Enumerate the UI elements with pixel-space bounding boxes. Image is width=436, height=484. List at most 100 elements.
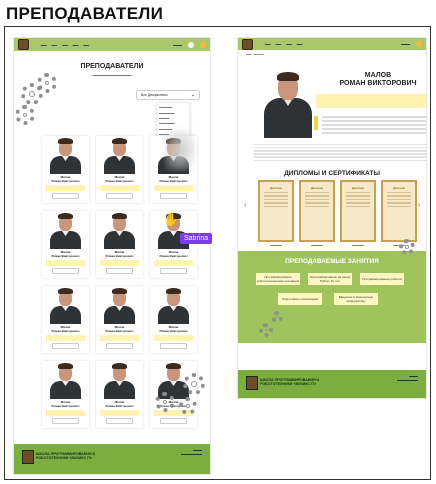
collaborator-cursor-label: Sabrina	[180, 233, 213, 244]
blurred-region	[165, 130, 195, 170]
chevron-right-icon[interactable]: ›	[418, 202, 420, 209]
teacher-position	[100, 260, 139, 267]
site-footer: ШКОЛА ПРОГРАММИРОВАНИЯ И РОБОТОТЕХНИКИ «…	[14, 444, 210, 474]
vk-icon[interactable]	[416, 41, 422, 47]
teacher-name: Малов Роман Викторович	[159, 250, 188, 258]
footer-contacts[interactable]: ▬▬▬ ▬▬▬▬▬▬▬	[397, 374, 418, 382]
more-button[interactable]	[52, 268, 79, 275]
more-button[interactable]	[52, 343, 79, 350]
footer-contacts[interactable]: ▬▬▬ ▬▬▬▬▬▬▬	[181, 448, 202, 456]
more-button[interactable]	[106, 193, 133, 200]
teacher-name: Малов Роман Викторович	[51, 400, 80, 408]
gear-icon	[37, 73, 57, 93]
teacher-position	[100, 335, 139, 342]
teacher-position	[154, 185, 193, 192]
gear-icon	[179, 397, 197, 415]
diploma-heading: Диплом	[352, 186, 364, 190]
diploma-card[interactable]: Диплом ▬▬▬▬▬	[340, 180, 376, 247]
footer-logo	[246, 376, 258, 390]
teacher-photo	[96, 361, 143, 399]
site-footer: ШКОЛА ПРОГРАММИРОВАНИЯ И РОБОТОТЕХНИКИ «…	[238, 370, 426, 398]
footer-school-name: ШКОЛА ПРОГРАММИРОВАНИЯ И РОБОТОТЕХНИКИ «…	[260, 378, 320, 387]
site-header: ▬▬ ▬▬ ▬▬ ▬▬ ▬▬ ▬▬▬	[14, 38, 210, 51]
diploma-card[interactable]: Диплом ▬▬▬▬▬	[299, 180, 335, 247]
teacher-card[interactable]: Малов Роман Викторович	[42, 136, 89, 203]
more-button[interactable]	[106, 268, 133, 275]
school-logo[interactable]	[242, 38, 253, 50]
teacher-photo	[96, 211, 143, 249]
telegram-icon[interactable]	[188, 41, 194, 48]
teacher-photo	[96, 286, 143, 324]
vk-icon[interactable]	[200, 41, 206, 48]
teachers-grid: Малов Роман Викторович Малов Роман Виктор…	[42, 136, 197, 428]
chevron-left-icon[interactable]: ‹	[244, 202, 246, 209]
teacher-card[interactable]: Малов Роман Викторович	[96, 286, 143, 353]
lesson-card[interactable]: Программирование на языке Python, 8+ лет	[308, 273, 352, 285]
diploma-caption: ▬▬▬▬▬	[311, 245, 323, 247]
gear-icon	[399, 239, 415, 255]
teacher-card[interactable]: Малов Роман Викторович	[96, 211, 143, 278]
teacher-name: Малов Роман Викторович	[51, 250, 80, 258]
more-button[interactable]	[160, 193, 187, 200]
teacher-position-box	[316, 94, 426, 108]
phone-number[interactable]: ▬▬▬	[173, 43, 182, 47]
nav-item[interactable]: ▬▬	[297, 42, 303, 46]
phone-number[interactable]: ▬▬▬	[401, 42, 410, 46]
page-heading: ПРЕПОДАВАТЕЛИ	[6, 4, 164, 23]
teacher-description	[254, 142, 426, 163]
quote-bar	[314, 116, 318, 130]
teacher-name: Малов Роман Викторович	[159, 325, 188, 333]
gear-icon	[183, 373, 205, 395]
main-nav: ▬▬ ▬▬ ▬▬ ▬▬ ▬▬	[41, 43, 89, 47]
teacher-card[interactable]: Малов Роман Викторович	[42, 361, 89, 428]
lesson-card[interactable]: Программирование роботов	[360, 273, 404, 285]
hand-cursor-icon: ✋	[163, 212, 180, 227]
more-button[interactable]	[160, 268, 187, 275]
teacher-card[interactable]: Малов Роман Викторович	[42, 286, 89, 353]
lesson-card[interactable]: Введение в инженерную информатику	[334, 293, 378, 305]
nav-item[interactable]: ▬▬	[265, 42, 271, 46]
teacher-name: Малов Роман Викторович	[51, 175, 80, 183]
diploma-card[interactable]: Диплом ▬▬▬▬▬	[258, 180, 294, 247]
more-button[interactable]	[160, 343, 187, 350]
gear-icon	[271, 311, 283, 323]
nav-item[interactable]: ▬▬	[286, 42, 292, 46]
diplomas-carousel: Диплом ▬▬▬▬▬ Диплом ▬▬▬▬▬ Диплом ▬▬▬▬▬ Диплом ▬…	[258, 180, 418, 250]
nav-item[interactable]: ▬▬	[276, 42, 282, 46]
school-logo[interactable]	[18, 39, 29, 50]
teacher-card[interactable]: Малов Роман Викторович	[42, 211, 89, 278]
diploma-heading: Диплом	[393, 186, 405, 190]
nav-item[interactable]: ▬▬	[62, 43, 68, 47]
more-button[interactable]	[52, 193, 79, 200]
teacher-photo	[42, 136, 89, 174]
gear-icon	[15, 105, 35, 125]
lesson-card[interactable]: Программирование робототехнических платф…	[256, 273, 300, 285]
more-button[interactable]	[106, 343, 133, 350]
nav-item[interactable]: ▬▬	[73, 43, 79, 47]
more-button[interactable]	[160, 418, 187, 425]
nav-item[interactable]: ▬▬	[52, 43, 58, 47]
diploma-card[interactable]: Диплом ▬▬▬▬▬	[381, 180, 417, 247]
lesson-card[interactable]: Подготовка к олимпиадам	[278, 293, 322, 305]
chevron-down-icon: ⌄	[190, 92, 195, 98]
more-button[interactable]	[52, 418, 79, 425]
discipline-filter[interactable]: Все Дисциплины ⌄	[136, 90, 200, 100]
main-nav: ▬▬ ▬▬ ▬▬ ▬▬	[265, 42, 302, 46]
more-button[interactable]	[106, 418, 133, 425]
teacher-position	[100, 185, 139, 192]
teacher-card[interactable]: Малов Роман Викторович	[150, 286, 197, 353]
teacher-card[interactable]: Малов Роман Викторович	[96, 136, 143, 203]
diploma-caption: ▬▬▬▬▬	[352, 245, 364, 247]
footer-school-name: ШКОЛА ПРОГРАММИРОВАНИЯ И РОБОТОТЕХНИКИ «…	[36, 452, 96, 461]
teacher-name: Малов Роман Викторович	[105, 250, 134, 258]
gear-icon	[155, 392, 175, 412]
nav-item[interactable]: ▬▬	[41, 43, 47, 47]
teacher-name: Малов Роман Викторович	[159, 175, 188, 183]
diplomas-title: ДИПЛОМЫ И СЕРТИФИКАТЫ	[284, 170, 380, 177]
teacher-card[interactable]: Малов Роман Викторович	[96, 361, 143, 428]
footer-logo	[22, 450, 34, 464]
nav-item[interactable]: ▬▬	[83, 43, 89, 47]
teacher-name: МАЛОВ РОМАН ВИКТОРОВИЧ	[339, 72, 417, 87]
mockup-frame: ▬▬ ▬▬ ▬▬ ▬▬ ▬▬ ▬▬▬ ПРЕПОДАВАТЕЛИ ▬▬▬▬▬▬▬…	[4, 26, 431, 480]
breadcrumb[interactable]: ▬▬ · ▬▬▬▬	[238, 50, 426, 59]
